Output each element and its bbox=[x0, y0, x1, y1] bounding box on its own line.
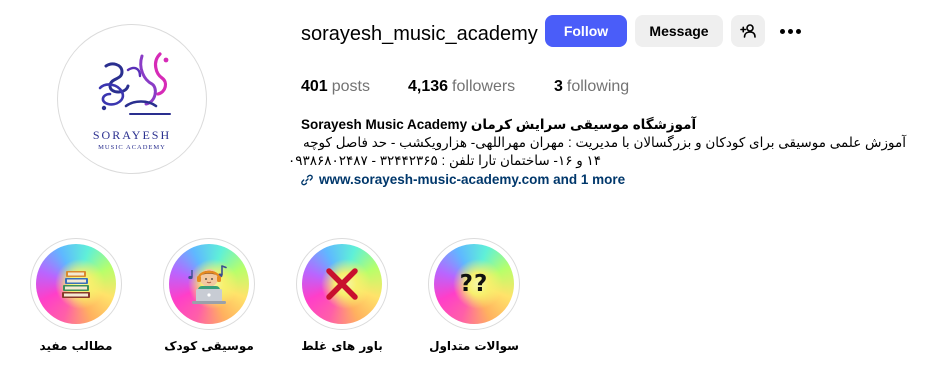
highlight-misconceptions[interactable]: باور های غلط bbox=[296, 238, 388, 353]
suggest-accounts-button[interactable] bbox=[731, 15, 765, 47]
link-icon bbox=[301, 174, 313, 186]
highlight-cover bbox=[169, 244, 249, 324]
dot-icon bbox=[795, 28, 801, 34]
highlight-ring: ?? bbox=[428, 238, 520, 330]
followers-stat[interactable]: 4,136 followers bbox=[408, 77, 515, 97]
logo-subtitle: MUSIC ACADEMY bbox=[98, 143, 166, 151]
highlight-label: موسیقی کودک bbox=[164, 339, 254, 353]
highlight-label: سوالات متداول bbox=[429, 339, 519, 353]
profile-bio: Sorayesh Music Academy آموزشگاه موسیقی س… bbox=[288, 116, 911, 189]
highlight-ring bbox=[30, 238, 122, 330]
followers-label: followers bbox=[452, 78, 516, 95]
highlight-ring bbox=[296, 238, 388, 330]
dot-icon bbox=[779, 28, 785, 34]
follow-button[interactable]: Follow bbox=[545, 15, 627, 47]
question-marks-icon: ?? bbox=[459, 271, 489, 297]
posts-stat: 401 posts bbox=[301, 77, 370, 97]
sorayesh-logo-icon bbox=[98, 51, 171, 115]
highlight-ring bbox=[163, 238, 255, 330]
following-count: 3 bbox=[554, 78, 563, 95]
highlight-faq[interactable]: ?? سوالات متداول bbox=[428, 238, 520, 353]
posts-label: posts bbox=[331, 78, 370, 95]
books-icon bbox=[62, 271, 90, 298]
bio-line: ۱۴ و ۱۶- ساختمان تارا تلفن : ۳۲۴۴۲۳۶۵ - … bbox=[288, 153, 601, 168]
highlight-cover bbox=[36, 244, 116, 324]
bio-link-text[interactable]: www.sorayesh-music-academy.com and 1 mor… bbox=[319, 171, 625, 189]
profile-username: sorayesh_music_academy bbox=[301, 23, 538, 45]
highlight-cover: ?? bbox=[434, 244, 514, 324]
highlight-useful-content[interactable]: مطالب مفید bbox=[30, 238, 122, 353]
dot-icon bbox=[787, 28, 793, 34]
message-button[interactable]: Message bbox=[635, 15, 723, 47]
bio-display-name: Sorayesh Music Academy آموزشگاه موسیقی س… bbox=[301, 117, 697, 132]
followers-count: 4,136 bbox=[408, 78, 449, 95]
highlight-label: باور های غلط bbox=[301, 339, 383, 353]
bio-website-link[interactable]: www.sorayesh-music-academy.com and 1 mor… bbox=[301, 171, 911, 189]
person-plus-icon bbox=[740, 24, 756, 38]
bio-line: آموزش علمی موسیقی برای کودکان و بزرگسالا… bbox=[302, 135, 906, 150]
child-laptop-icon bbox=[188, 265, 227, 304]
more-options-icon[interactable] bbox=[777, 20, 803, 42]
posts-count: 401 bbox=[301, 78, 328, 95]
red-x-icon bbox=[326, 268, 358, 300]
highlight-kids-music[interactable]: موسیقی کودک bbox=[163, 238, 255, 353]
highlight-cover bbox=[302, 244, 382, 324]
highlight-label: مطالب مفید bbox=[39, 339, 113, 353]
following-stat[interactable]: 3 following bbox=[554, 77, 629, 97]
logo-wordmark: SORAYESH bbox=[92, 127, 172, 142]
profile-avatar[interactable]: SORAYESH MUSIC ACADEMY bbox=[57, 24, 207, 174]
following-label: following bbox=[566, 78, 630, 95]
